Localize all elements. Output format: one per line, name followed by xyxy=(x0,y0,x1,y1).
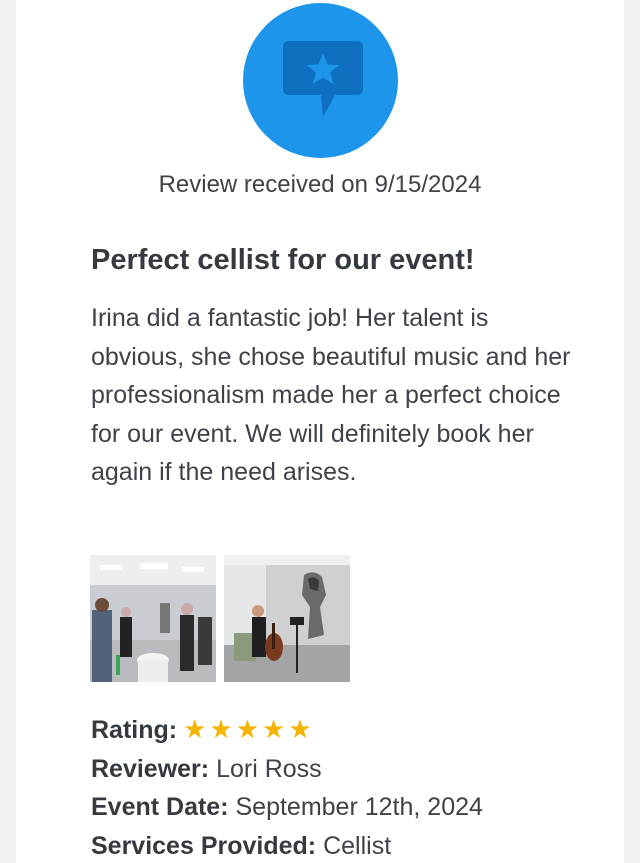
event-guests-photo[interactable] xyxy=(90,555,216,682)
review-title: Perfect cellist for our event! xyxy=(91,244,475,276)
event-date-label: Event Date: xyxy=(91,793,229,821)
services-row: Services Provided: Cellist xyxy=(91,827,483,863)
review-received-date: Review received on 9/15/2024 xyxy=(158,171,482,198)
event-date-row: Event Date: September 12th, 2024 xyxy=(91,788,483,827)
review-badge xyxy=(243,3,398,158)
rating-row: Rating: ★★★★★ xyxy=(91,710,483,750)
review-details: Rating: ★★★★★ Reviewer: Lori Ross Event D… xyxy=(91,710,483,863)
event-date-value: September 12th, 2024 xyxy=(235,793,483,821)
services-value: Cellist xyxy=(323,831,392,860)
services-label: Services Provided: xyxy=(91,831,317,860)
review-card: Review received on 9/15/2024 Perfect cel… xyxy=(16,0,624,863)
reviewer-row: Reviewer: Lori Ross xyxy=(91,750,483,789)
rating-stars: ★★★★★ xyxy=(183,714,315,744)
cellist-performing-photo[interactable] xyxy=(224,555,350,682)
rating-label: Rating: xyxy=(91,716,178,744)
review-star-bubble-icon xyxy=(283,41,363,117)
review-body: Irina did a fantastic job! Her talent is… xyxy=(91,304,571,486)
reviewer-name: Lori Ross xyxy=(216,754,322,783)
reviewer-label: Reviewer: xyxy=(91,754,210,783)
